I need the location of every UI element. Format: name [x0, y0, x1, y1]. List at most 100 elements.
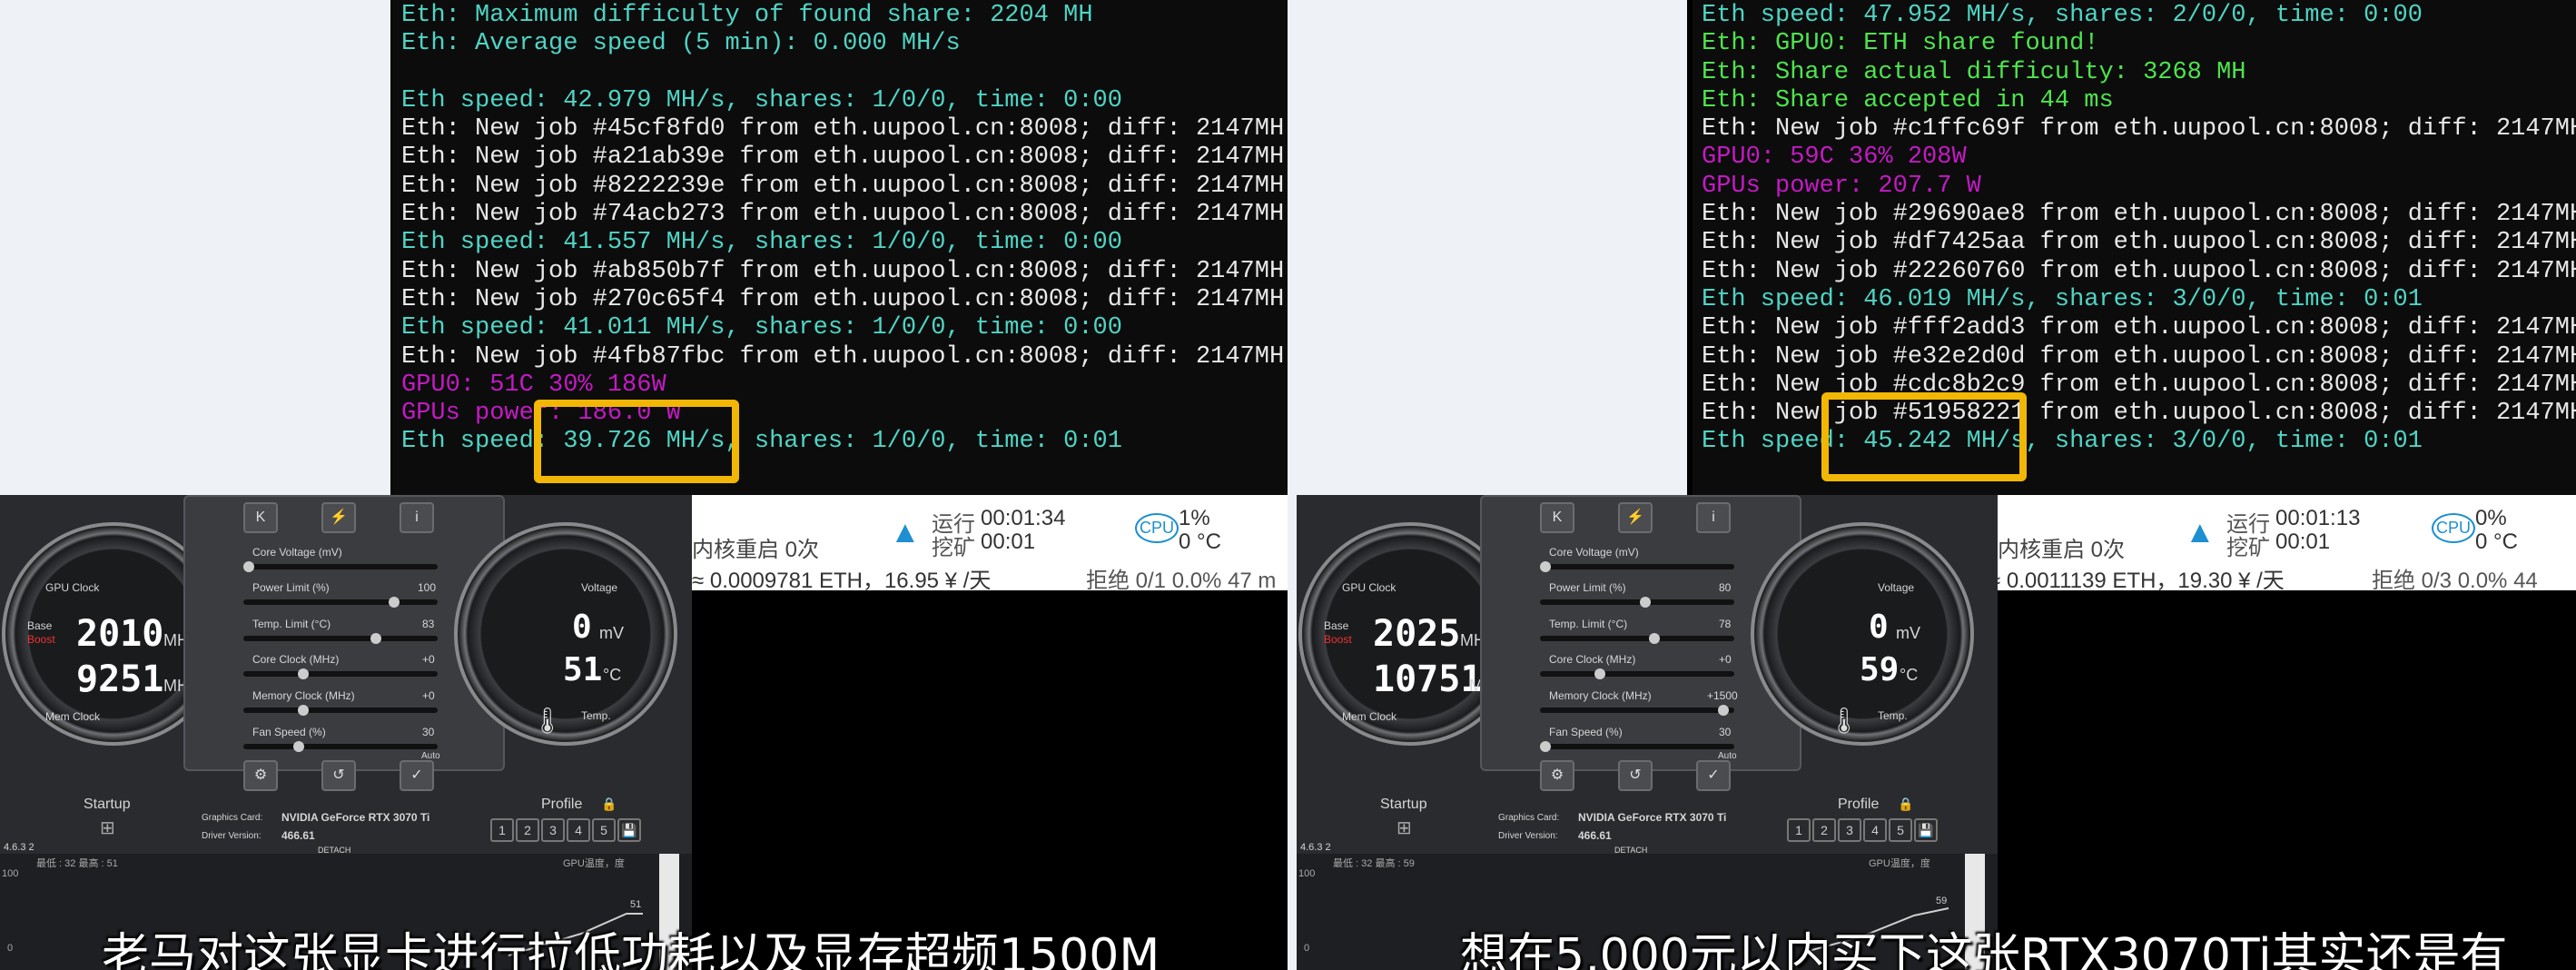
mem-clock-label: Mem Clock	[45, 710, 101, 723]
graphics-card-label: Graphics Card:	[202, 813, 263, 823]
fan-speed-slider[interactable]	[243, 741, 438, 752]
core-clock-offset: +0	[422, 653, 435, 666]
temp-limit-slider[interactable]	[1540, 633, 1734, 644]
core-voltage-slider[interactable]	[1540, 561, 1734, 572]
power-limit-slider[interactable]	[243, 597, 438, 608]
core-clock-slider[interactable]	[243, 668, 438, 679]
profile-4-button[interactable]: 4	[1863, 818, 1887, 842]
left-panel: Eth: Maximum difficulty of found share: …	[0, 0, 1288, 970]
earnings-per-day: ≈ 0.0011139 ETH，19.30 ¥ /天	[1998, 569, 2285, 590]
terminal-line: Eth: Maximum difficulty of found share: …	[401, 2, 1093, 29]
profile-2-button[interactable]: 2	[516, 818, 539, 842]
settings-button[interactable]: ⚙	[243, 760, 278, 791]
reset-button[interactable]: ↺	[321, 760, 356, 791]
profile-4-button[interactable]: 4	[567, 818, 590, 842]
info-button[interactable]: i	[400, 502, 434, 533]
version-label: 4.6.3 2	[1300, 842, 1331, 853]
fan-speed-slider[interactable]	[1540, 741, 1734, 752]
reset-button[interactable]: ↺	[1618, 760, 1653, 791]
terminal-line: GPU0: 51C 30% 186W	[401, 371, 666, 399]
terminal-line: Eth: New job #22260760 from eth.uupool.c…	[1702, 257, 2576, 285]
profile-3-button[interactable]: 3	[1838, 818, 1861, 842]
miner-terminal: Eth: Maximum difficulty of found share: …	[392, 0, 1288, 495]
terminal-line: Eth: New job #45cf8fd0 from eth.uupool.c…	[401, 115, 1285, 144]
detach-label[interactable]: DETACH	[1614, 846, 1647, 854]
mem-clock-label: Mem Clock	[1342, 710, 1397, 723]
startup-label: Startup	[1380, 797, 1427, 812]
memory-clock-offset: +1500	[1707, 689, 1738, 702]
mine-label: 挖矿	[2226, 536, 2270, 560]
k-button[interactable]: K	[1540, 502, 1574, 533]
apply-button[interactable]: ✓	[400, 760, 434, 791]
terminal-line: Eth speed: 41.011 MH/s, shares: 1/0/0, t…	[401, 314, 1122, 342]
afterburner-window: GPU Clock Base Boost 2010 MHz 9251 MHz M…	[0, 495, 692, 854]
cpu-temp: 0 °C	[2475, 530, 2518, 554]
temp-limit-label: Temp. Limit (°C)	[1549, 618, 1628, 630]
profile-5-button[interactable]: 5	[592, 818, 616, 842]
oc-scanner-button[interactable]: ⚡	[1618, 502, 1653, 533]
terminal-line: Eth: Share actual difficulty: 3268 MH	[1702, 58, 2246, 86]
terminal-line: Eth: Average speed (5 min): 0.000 MH/s	[401, 30, 961, 58]
lock-icon[interactable]: 🔒	[1898, 797, 1913, 812]
miner-stats-bar: 内核重启 0次 ▲ 运行 00:01:13 挖矿 00:01 CPU 0% 0 …	[1998, 495, 2576, 590]
driver-version: 466.61	[281, 829, 315, 842]
terminal-line: Eth: New job #c1ffc69f from eth.uupool.c…	[1702, 115, 2576, 144]
k-button[interactable]: K	[243, 502, 278, 533]
info-button[interactable]: i	[1696, 502, 1731, 533]
boost-label: Boost	[1324, 633, 1352, 646]
memory-clock-label: Memory Clock (MHz)	[1549, 689, 1652, 702]
profile-2-button[interactable]: 2	[1812, 818, 1836, 842]
voltage-temp-gauge	[454, 522, 677, 746]
terminal-line: Eth speed: 46.019 MH/s, shares: 3/0/0, t…	[1702, 285, 2423, 313]
memory-clock-offset: +0	[422, 689, 435, 702]
profile-1-button[interactable]: 1	[1787, 818, 1811, 842]
core-clock-slider[interactable]	[1540, 668, 1734, 679]
cpu-temp: 0 °C	[1179, 530, 1221, 554]
terminal-line: Eth speed: 47.952 MH/s, shares: 2/0/0, t…	[1702, 2, 2423, 29]
profile-1-button[interactable]: 1	[490, 818, 514, 842]
power-limit-value: 80	[1719, 581, 1732, 594]
core-clock-label: Core Clock (MHz)	[252, 653, 340, 666]
power-limit-value: 100	[418, 581, 437, 594]
oc-scanner-button[interactable]: ⚡	[321, 502, 356, 533]
cpu-icon: CPU	[2432, 513, 2476, 543]
earnings-per-day: ≈ 0.0009781 ETH，16.95 ¥ /天	[692, 569, 992, 590]
core-voltage-slider[interactable]	[243, 561, 438, 572]
memory-clock-slider[interactable]	[1540, 705, 1734, 716]
gpu-temp-value: 51	[563, 651, 603, 688]
windows-icon[interactable]: ⊞	[1397, 817, 1412, 839]
save-profile-button[interactable]: 💾	[1914, 818, 1938, 842]
graphics-card-name: NVIDIA GeForce RTX 3070 Ti	[281, 811, 430, 824]
cpu-percent: 0%	[2475, 506, 2507, 530]
run-time: 00:01:13	[2275, 506, 2361, 530]
apply-button[interactable]: ✓	[1696, 760, 1731, 791]
detach-label[interactable]: DETACH	[318, 846, 350, 854]
core-clock-value: 2010	[76, 613, 164, 655]
video-subtitle: 老马对这张显卡进行拉低功耗以及显存超频1500M	[102, 929, 1160, 970]
windows-icon[interactable]: ⊞	[100, 817, 115, 839]
save-profile-button[interactable]: 💾	[617, 818, 641, 842]
voltage-value: 0	[1869, 609, 1889, 646]
terminal-line: Eth: New job #29690ae8 from eth.uupool.c…	[1702, 201, 2576, 229]
memory-clock-slider[interactable]	[243, 705, 438, 716]
settings-button[interactable]: ⚙	[1540, 760, 1574, 791]
base-label: Base	[1324, 619, 1349, 632]
power-limit-slider[interactable]	[1540, 597, 1734, 608]
gpu-temp-unit: °C	[1900, 666, 1919, 684]
profile-5-button[interactable]: 5	[1889, 818, 1912, 842]
memory-clock-label: Memory Clock (MHz)	[252, 689, 355, 702]
desktop-background	[1297, 0, 1687, 495]
terminal-line: Eth: New job #a21ab39e from eth.uupool.c…	[401, 144, 1285, 172]
terminal-line: GPU0: 59C 36% 208W	[1702, 144, 1967, 172]
voltage-unit: mV	[1896, 624, 1920, 642]
kernel-restart-count: 内核重启 0次	[692, 538, 820, 562]
temp-limit-slider[interactable]	[243, 633, 438, 644]
speed-highlight-box	[534, 400, 739, 483]
run-time: 00:01:34	[981, 506, 1066, 530]
temp-limit-value: 83	[422, 618, 435, 630]
mine-time: 00:01	[981, 530, 1036, 554]
profile-3-button[interactable]: 3	[541, 818, 565, 842]
lock-icon[interactable]: 🔒	[601, 797, 617, 812]
voltage-value: 0	[572, 609, 592, 646]
